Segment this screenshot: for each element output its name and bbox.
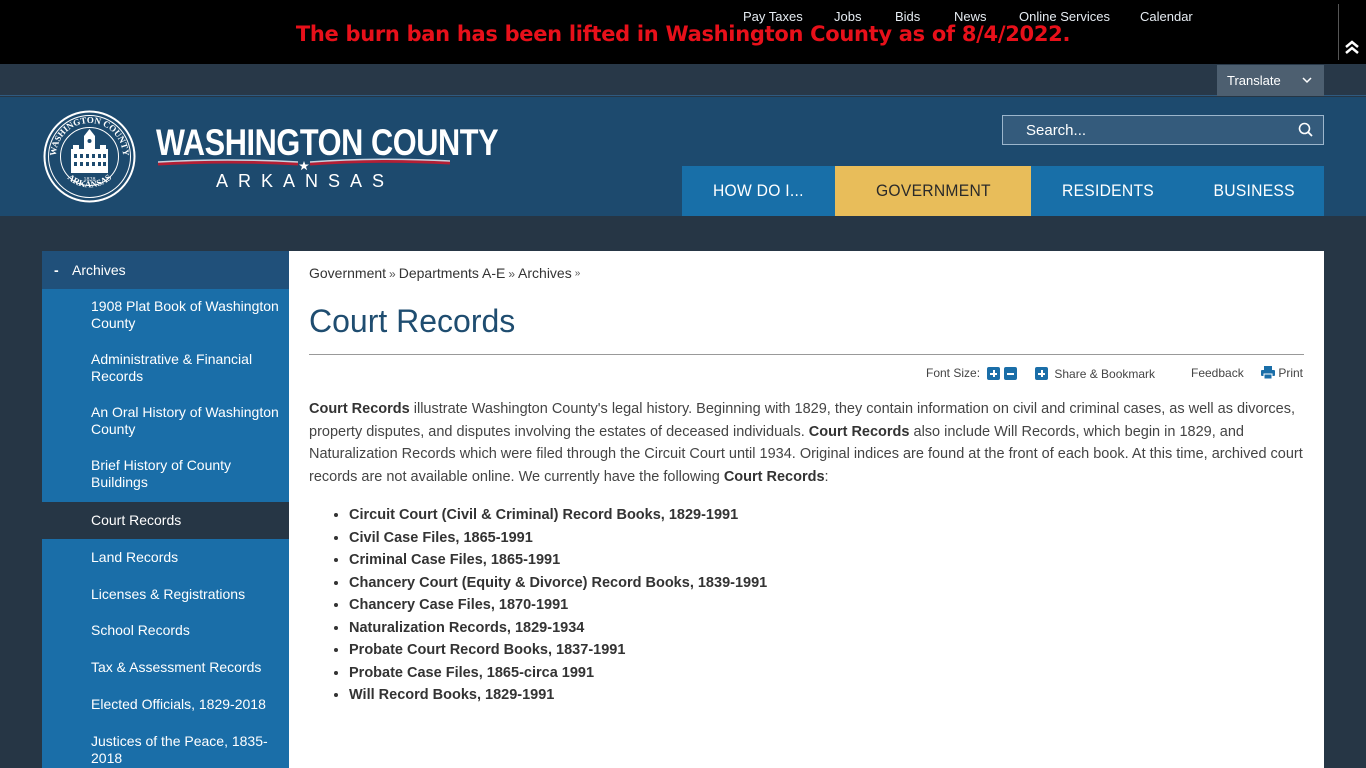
util-link-pay-taxes[interactable]: Pay Taxes bbox=[743, 9, 803, 24]
plus-icon bbox=[1035, 367, 1048, 380]
plus-icon bbox=[987, 367, 1000, 380]
list-item: Criminal Case Files, 1865-1991 bbox=[349, 549, 767, 572]
search-box bbox=[1002, 115, 1324, 145]
alert-message: The burn ban has been lifted in Washingt… bbox=[295, 22, 1071, 46]
double-chevron-up-icon[interactable] bbox=[1342, 38, 1362, 58]
breadcrumb: Government» Departments A-E» Archives» bbox=[309, 265, 583, 281]
page-title: Court Records bbox=[309, 303, 516, 339]
sidebar-item-oral-history[interactable]: An Oral History of Washington County bbox=[42, 394, 289, 447]
feedback-link[interactable]: Feedback bbox=[1191, 366, 1244, 380]
alert-divider bbox=[1338, 4, 1339, 60]
breadcrumb-separator: » bbox=[389, 267, 396, 281]
intro-bold: Court Records bbox=[808, 423, 910, 440]
search-input[interactable] bbox=[1003, 116, 1283, 144]
list-item: Chancery Case Files, 1870-1991 bbox=[349, 594, 767, 617]
sidebar-item-licenses[interactable]: Licenses & Registrations bbox=[42, 576, 289, 613]
font-size-label: Font Size: bbox=[926, 366, 981, 380]
translate-dropdown[interactable]: Translate bbox=[1217, 65, 1324, 96]
list-item: Will Record Books, 1829-1991 bbox=[349, 684, 767, 707]
collapse-icon[interactable]: - bbox=[42, 262, 72, 278]
share-bookmark-button[interactable]: Share & Bookmark bbox=[1035, 367, 1155, 381]
print-label: Print bbox=[1278, 366, 1304, 380]
list-item: Probate Court Record Books, 1837-1991 bbox=[349, 639, 767, 662]
sidebar-section-title: Archives bbox=[72, 262, 126, 278]
nav-label: HOW DO I... bbox=[713, 181, 804, 200]
nav-label: RESIDENTS bbox=[1062, 181, 1154, 200]
svg-text:1828: 1828 bbox=[84, 177, 96, 183]
breadcrumb-separator: » bbox=[574, 268, 581, 279]
sidebar-item-tax-assessment[interactable]: Tax & Assessment Records bbox=[42, 649, 289, 686]
font-decrease-button[interactable] bbox=[1004, 367, 1017, 381]
breadcrumb-archives[interactable]: Archives bbox=[518, 265, 572, 281]
printer-icon bbox=[1261, 366, 1275, 380]
util-link-online-services[interactable]: Online Services bbox=[1019, 9, 1110, 24]
sidebar-item-1908-plat-book[interactable]: 1908 Plat Book of Washington County bbox=[42, 289, 289, 341]
list-item: Civil Case Files, 1865-1991 bbox=[349, 527, 767, 550]
list-item: Probate Case Files, 1865-circa 1991 bbox=[349, 662, 767, 685]
nav-how-do-i[interactable]: HOW DO I... bbox=[682, 166, 835, 216]
list-item: Chancery Court (Equity & Divorce) Record… bbox=[349, 572, 767, 595]
intro-text: : bbox=[824, 468, 829, 485]
sidebar-section-archives[interactable]: - Archives bbox=[42, 251, 289, 289]
share-bookmark-label: Share & Bookmark bbox=[1054, 367, 1156, 381]
nav-residents[interactable]: RESIDENTS bbox=[1031, 166, 1185, 216]
nav-label: BUSINESS bbox=[1213, 181, 1296, 200]
font-increase-button[interactable] bbox=[987, 367, 1000, 381]
records-list: Circuit Court (Civil & Criminal) Record … bbox=[349, 504, 767, 707]
breadcrumb-government[interactable]: Government bbox=[309, 265, 386, 281]
intro-bold: Court Records bbox=[723, 468, 825, 485]
nav-government[interactable]: GOVERNMENT bbox=[835, 166, 1031, 216]
breadcrumb-departments[interactable]: Departments A-E bbox=[399, 265, 506, 281]
main-nav: HOW DO I... GOVERNMENT RESIDENTS BUSINES… bbox=[682, 166, 1324, 216]
nav-business[interactable]: BUSINESS bbox=[1185, 166, 1324, 216]
main-content: Government» Departments A-E» Archives» Cou… bbox=[289, 251, 1324, 768]
county-seal-logo[interactable]: WASHINGTON COUNTY ARKANSAS 1828 bbox=[42, 109, 137, 204]
intro-bold: Court Records bbox=[309, 401, 410, 417]
sidebar-item-court-records[interactable]: Court Records bbox=[42, 502, 289, 539]
sidebar-item-administrative-financial[interactable]: Administrative & Financial Records bbox=[42, 341, 289, 394]
sidebar-nav: - Archives 1908 Plat Book of Washington … bbox=[42, 251, 289, 768]
breadcrumb-separator: » bbox=[508, 267, 516, 281]
util-link-jobs[interactable]: Jobs bbox=[834, 9, 861, 24]
util-link-bids[interactable]: Bids bbox=[895, 9, 920, 24]
nav-label: GOVERNMENT bbox=[875, 181, 991, 200]
chevron-down-icon bbox=[1302, 77, 1312, 84]
search-icon[interactable] bbox=[1297, 121, 1315, 139]
util-link-calendar[interactable]: Calendar bbox=[1140, 9, 1193, 24]
utility-bar bbox=[0, 64, 1366, 96]
sidebar-item-county-buildings[interactable]: Brief History of County Buildings bbox=[42, 447, 289, 502]
sidebar-item-land-records[interactable]: Land Records bbox=[42, 539, 289, 576]
list-item: Naturalization Records, 1829-1934 bbox=[349, 617, 767, 640]
title-divider bbox=[309, 354, 1304, 355]
sidebar-item-justices-of-peace[interactable]: Justices of the Peace, 1835-2018 bbox=[42, 723, 289, 767]
list-item: Circuit Court (Civil & Criminal) Record … bbox=[349, 504, 767, 527]
intro-paragraph: Court Records illustrate Washington Coun… bbox=[309, 398, 1309, 488]
logo-subtitle: ARKANSAS bbox=[216, 171, 395, 191]
translate-label: Translate bbox=[1227, 73, 1281, 88]
sidebar-item-elected-officials[interactable]: Elected Officials, 1829-2018 bbox=[42, 686, 289, 723]
minus-icon bbox=[1004, 367, 1017, 380]
util-link-news[interactable]: News bbox=[954, 9, 987, 24]
sidebar-item-school-records[interactable]: School Records bbox=[42, 613, 289, 649]
print-button[interactable]: Print bbox=[1261, 366, 1303, 380]
